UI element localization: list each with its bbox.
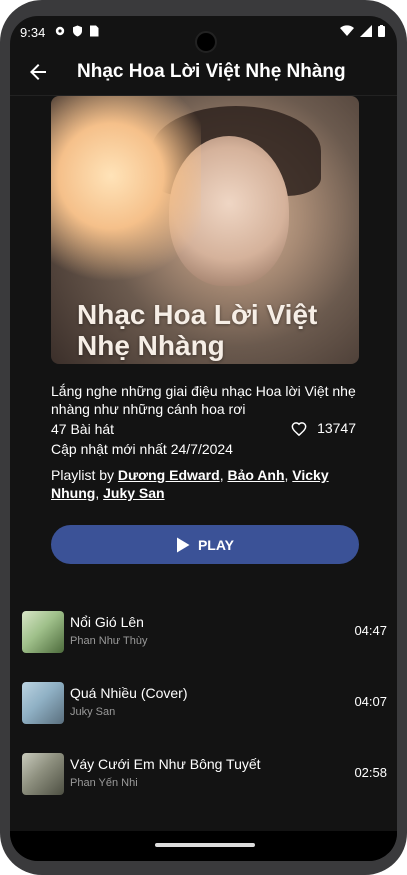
playlist-by-prefix: Playlist by	[51, 467, 118, 483]
heart-icon	[291, 421, 307, 436]
cover-title-line2: Nhẹ Nhàng	[77, 330, 225, 361]
sim-icon	[90, 25, 99, 37]
song-artist: Phan Yến Nhi	[70, 777, 138, 789]
curator-link[interactable]: Bảo Anh	[227, 467, 284, 483]
song-row[interactable]: Quá Nhiều (Cover) Juky San 04:07	[22, 679, 387, 727]
song-row[interactable]: Nổi Gió Lên Phan Như Thùy 04:47	[22, 608, 387, 656]
curator-separator: ,	[95, 485, 104, 501]
cover-title-text: Nhạc Hoa Lời Việt Nhẹ Nhàng	[77, 299, 317, 361]
back-arrow-icon	[30, 64, 46, 80]
play-icon	[176, 537, 190, 552]
song-thumbnail	[22, 611, 64, 653]
app-screen: 9:34 Nhạc Hoa Lời Việt Nhẹ Nhàng Nhạc Ho…	[10, 16, 397, 861]
wifi-icon	[340, 25, 354, 36]
song-thumbnail	[22, 682, 64, 724]
last-updated: Cập nhật mới nhất 24/7/2024	[51, 441, 233, 457]
play-button[interactable]: PLAY	[51, 525, 359, 564]
song-artist: Phan Như Thùy	[70, 635, 148, 647]
curator-link[interactable]: Dương Edward	[118, 467, 220, 483]
likes-count: 13747	[317, 420, 356, 436]
signal-icon	[360, 25, 372, 37]
song-duration: 04:47	[354, 623, 387, 638]
song-title: Váy Cưới Em Như Bông Tuyết	[70, 756, 261, 772]
song-artist: Juky San	[70, 706, 116, 718]
playlist-curators: Playlist by Dương Edward, Bảo Anh, Vicky…	[51, 466, 351, 502]
song-title: Quá Nhiều (Cover)	[70, 685, 188, 701]
battery-icon	[378, 25, 385, 37]
status-icons-right	[340, 25, 385, 37]
cover-flowers-shape	[51, 96, 201, 296]
likes-button[interactable]: 13747	[291, 420, 356, 436]
page-title: Nhạc Hoa Lời Việt Nhẹ Nhàng	[77, 61, 346, 82]
song-thumbnail	[22, 753, 64, 795]
app-bar: Nhạc Hoa Lời Việt Nhẹ Nhàng	[10, 48, 397, 96]
status-icons-left	[54, 25, 99, 37]
curator-link[interactable]: Juky San	[103, 485, 164, 501]
song-duration: 02:58	[354, 765, 387, 780]
song-title: Nổi Gió Lên	[70, 614, 144, 630]
song-row[interactable]: Váy Cưới Em Như Bông Tuyết Phan Yến Nhi …	[22, 750, 387, 798]
status-time: 9:34	[20, 25, 46, 40]
status-bar: 9:34	[10, 16, 397, 48]
back-button[interactable]	[26, 60, 50, 84]
cover-title-line1: Nhạc Hoa Lời Việt	[77, 299, 318, 330]
home-indicator[interactable]	[155, 843, 255, 847]
shield-icon	[73, 25, 82, 37]
playlist-cover-image: Nhạc Hoa Lời Việt Nhẹ Nhàng	[51, 96, 359, 364]
gear-icon	[55, 26, 65, 36]
song-duration: 04:07	[354, 694, 387, 709]
device-frame: 9:34 Nhạc Hoa Lời Việt Nhẹ Nhàng Nhạc Ho…	[0, 0, 407, 875]
play-button-label: PLAY	[197, 536, 235, 553]
songs-count: 47 Bài hát	[51, 421, 115, 437]
playlist-description: Lắng nghe những giai điệu nhạc Hoa lời V…	[51, 383, 356, 417]
